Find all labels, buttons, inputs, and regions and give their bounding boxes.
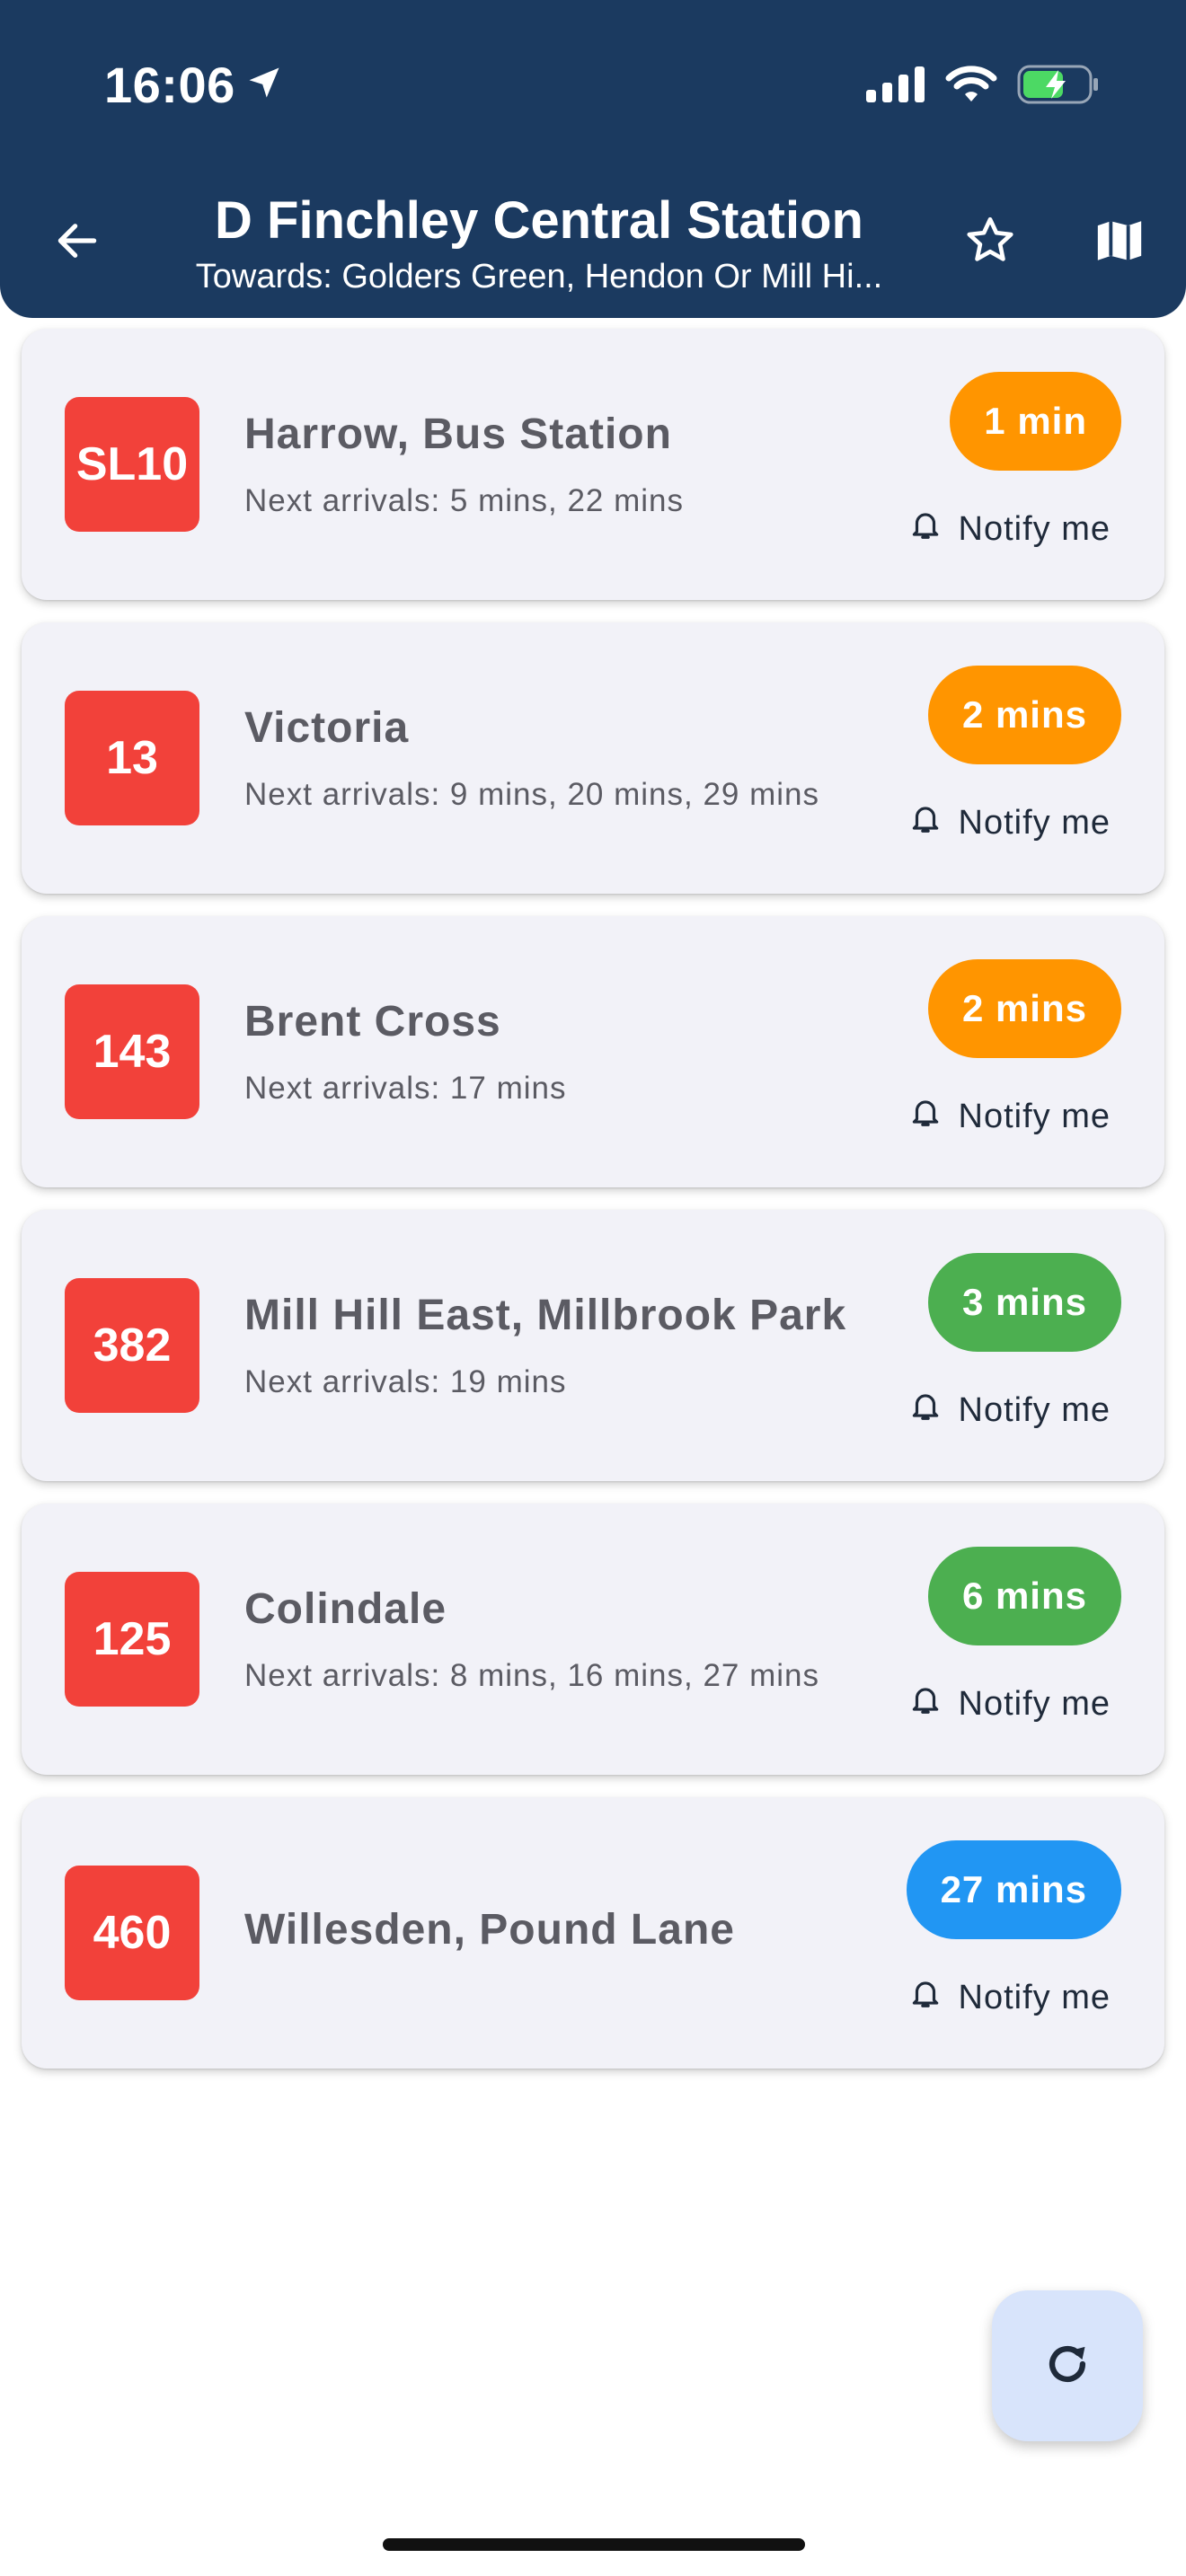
route-badge: 460 [65,1866,199,2000]
arrivals-list: SL10 Harrow, Bus Station Next arrivals: … [22,329,1164,2091]
destination-label: Brent Cross [244,998,501,1045]
notify-me-label: Notify me [958,1978,1111,2016]
notify-me-button[interactable]: Notify me [908,507,1111,551]
page-title: D Finchley Central Station [215,191,863,250]
notify-me-label: Notify me [958,509,1111,548]
eta-badge: 27 mins [906,1840,1121,1939]
route-badge: SL10 [65,397,199,532]
next-arrivals-label: Next arrivals: 8 mins, 16 mins, 27 mins [244,1658,820,1693]
status-indicators [866,65,1100,109]
destination-label: Harrow, Bus Station [244,410,672,458]
notify-me-button[interactable]: Notify me [908,1681,1111,1726]
notify-me-button[interactable]: Notify me [908,800,1111,845]
arrival-card[interactable]: SL10 Harrow, Bus Station Next arrivals: … [22,329,1164,600]
notify-me-button[interactable]: Notify me [908,1094,1111,1139]
notify-me-label: Notify me [958,803,1111,842]
favorite-button[interactable] [954,207,1026,278]
battery-charging-icon [1017,65,1100,109]
bell-icon [908,800,943,845]
next-arrivals-label: Next arrivals: 17 mins [244,1071,567,1106]
bell-icon [908,1388,943,1433]
refresh-icon [1041,2338,1093,2395]
home-indicator[interactable] [383,2538,805,2551]
arrival-card[interactable]: 460 Willesden, Pound Lane 27 mins Notify… [22,1797,1164,2069]
bell-icon [908,1094,943,1139]
screen: 16:06 D Finchley Central Station Towards… [0,0,1186,2576]
back-button[interactable] [41,207,113,278]
notify-me-button[interactable]: Notify me [908,1388,1111,1433]
notify-me-label: Notify me [958,1390,1111,1429]
next-arrivals-label: Next arrivals: 5 mins, 22 mins [244,483,685,518]
eta-badge: 3 mins [927,1253,1121,1352]
arrow-left-icon [52,216,102,270]
status-time-text: 16:06 [104,57,235,113]
notify-me-label: Notify me [958,1684,1111,1723]
header-title-group: D Finchley Central Station Towards: Gold… [144,190,934,298]
map-button[interactable] [1084,207,1155,278]
destination-label: Colindale [244,1585,447,1633]
bell-icon [908,1681,943,1726]
location-arrow-icon [244,56,284,114]
route-badge: 382 [65,1278,199,1413]
bell-icon [908,507,943,551]
route-badge: 143 [65,984,199,1119]
destination-label: Victoria [244,704,410,752]
notify-me-button[interactable]: Notify me [908,1975,1111,2020]
bell-icon [908,1975,943,2020]
notify-me-label: Notify me [958,1097,1111,1135]
destination-label: Mill Hill East, Millbrook Park [244,1292,847,1339]
arrival-card[interactable]: 382 Mill Hill East, Millbrook Park Next … [22,1210,1164,1481]
star-outline-icon [962,213,1018,273]
eta-badge: 1 min [950,372,1121,471]
eta-badge: 2 mins [927,959,1121,1058]
arrival-card[interactable]: 143 Brent Cross Next arrivals: 17 mins 2… [22,916,1164,1187]
refresh-button[interactable] [992,2290,1143,2441]
destination-label: Willesden, Pound Lane [244,1906,735,1954]
route-badge: 13 [65,691,199,825]
next-arrivals-label: Next arrivals: 19 mins [244,1364,567,1399]
map-icon [1093,215,1146,271]
arrival-card[interactable]: 13 Victoria Next arrivals: 9 mins, 20 mi… [22,622,1164,894]
wifi-icon [945,66,997,108]
status-time: 16:06 [104,56,284,114]
route-badge: 125 [65,1572,199,1707]
eta-badge: 6 mins [927,1547,1121,1645]
next-arrivals-label: Next arrivals: 9 mins, 20 mins, 29 mins [244,777,820,812]
cellular-signal-icon [866,66,925,107]
app-header: 16:06 D Finchley Central Station Towards… [0,0,1186,318]
page-subtitle: Towards: Golders Green, Hendon Or Mill H… [195,258,883,296]
arrival-card[interactable]: 125 Colindale Next arrivals: 8 mins, 16 … [22,1504,1164,1775]
eta-badge: 2 mins [927,666,1121,764]
